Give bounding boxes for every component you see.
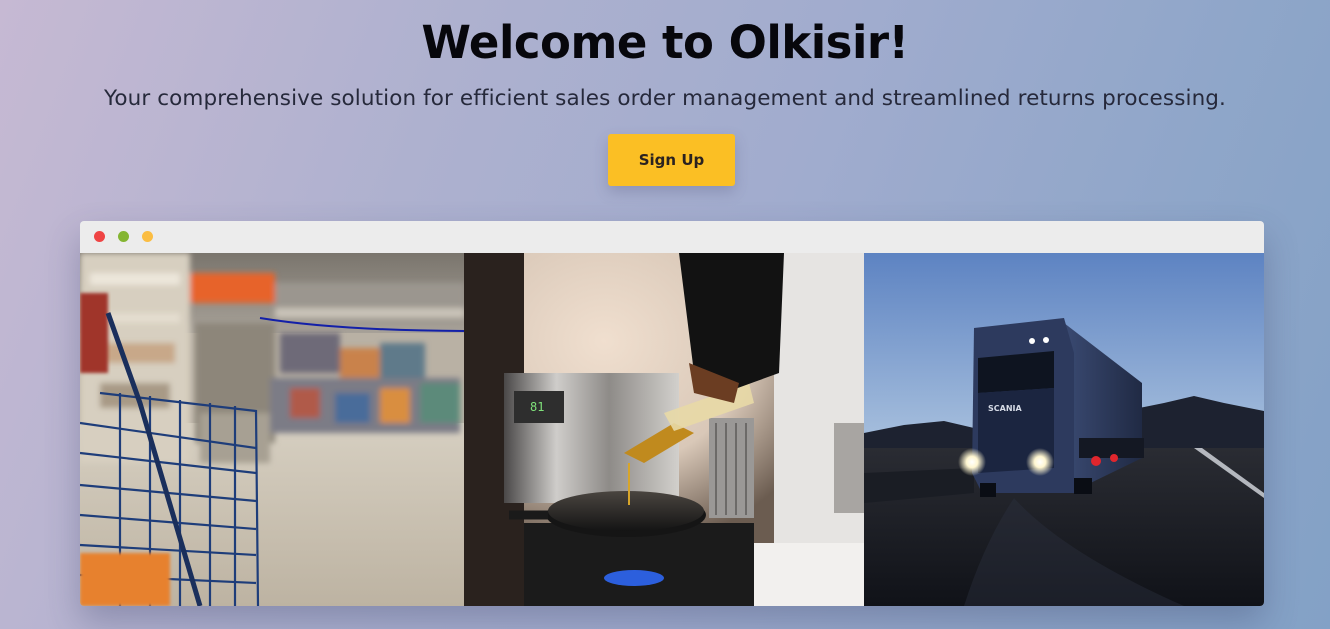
page-title: Welcome to Olkisir! — [421, 16, 909, 69]
truck-brand-text: SCANIA — [988, 404, 1022, 413]
browser-mockup: 81 SCANIA — [80, 221, 1264, 606]
minimize-dot-icon — [118, 231, 129, 242]
truck-image: SCANIA — [864, 253, 1264, 606]
svg-text:81: 81 — [530, 400, 544, 414]
maximize-dot-icon — [142, 231, 153, 242]
browser-title-bar — [80, 221, 1264, 253]
page-subtitle: Your comprehensive solution for efficien… — [104, 86, 1226, 111]
image-gallery: 81 SCANIA — [80, 253, 1264, 606]
supermarket-image — [80, 253, 464, 606]
close-dot-icon — [94, 231, 105, 242]
cooking-image: 81 — [464, 253, 864, 606]
sign-up-button[interactable]: Sign Up — [608, 134, 735, 186]
